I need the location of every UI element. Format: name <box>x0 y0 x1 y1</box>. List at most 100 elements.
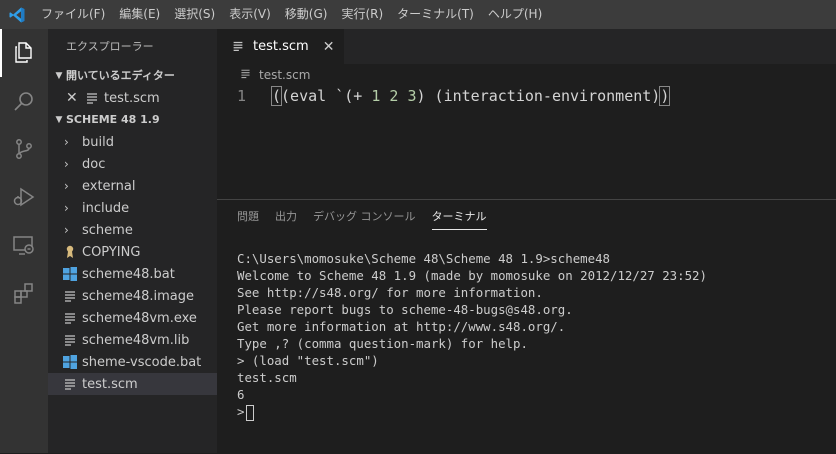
run-debug-icon[interactable] <box>0 173 48 221</box>
terminal-line: Type ,? (comma question-mark) for help. <box>237 336 528 351</box>
explorer-sidebar: エクスプローラー ▼ 開いているエディター ✕ test.scm ▼ SCHEM… <box>48 29 217 453</box>
menu-selection[interactable]: 選択(S) <box>167 0 222 29</box>
lines-icon <box>62 288 78 304</box>
open-editor-item[interactable]: ✕ test.scm <box>48 87 217 109</box>
search-icon[interactable] <box>0 77 48 125</box>
folder-header-label: SCHEME 48 1.9 <box>66 113 160 126</box>
folder-item-external[interactable]: › external <box>48 175 217 197</box>
file-label: test.scm <box>82 376 138 392</box>
chevron-right-icon: › <box>64 157 69 171</box>
tab-output[interactable]: 出力 <box>275 200 297 234</box>
folder-item-doc[interactable]: › doc <box>48 153 217 175</box>
menu-help[interactable]: ヘルプ(H) <box>481 0 549 29</box>
breadcrumb: test.scm <box>217 64 836 86</box>
chevron-right-icon: › <box>64 135 69 149</box>
folder-header[interactable]: ▼ SCHEME 48 1.9 <box>48 109 217 131</box>
file-label: scheme48vm.lib <box>82 332 190 348</box>
terminal-line: C:\Users\momosuke\Scheme 48\Scheme 48 1.… <box>237 251 610 266</box>
terminal-line: test.scm <box>237 370 297 385</box>
explorer-icon[interactable] <box>0 29 48 77</box>
panel-tabs: 問題 出力 デバッグ コンソール ターミナル <box>217 200 836 234</box>
chevron-down-icon: ▼ <box>55 115 63 125</box>
folder-item-scheme[interactable]: › scheme <box>48 219 217 241</box>
chevron-right-icon: › <box>64 201 69 215</box>
terminal-prompt: > <box>237 404 245 419</box>
vscode-logo-icon <box>0 0 34 29</box>
code-segment: ) (interaction-environment) <box>416 86 661 105</box>
terminal-line: Welcome to Scheme 48 1.9 (made by momosu… <box>237 268 707 283</box>
file-label: COPYING <box>82 244 141 260</box>
terminal-line: 6 <box>237 387 245 402</box>
folder-label: build <box>82 134 114 150</box>
terminal-line: Please report bugs to scheme-48-bugs@s48… <box>237 302 573 317</box>
remote-explorer-icon[interactable] <box>0 221 48 269</box>
menu-bar: ファイル(F) 編集(E) 選択(S) 表示(V) 移動(G) 実行(R) ター… <box>34 0 549 29</box>
terminal[interactable]: C:\Users\momosuke\Scheme 48\Scheme 48 1.… <box>217 234 836 421</box>
file-item-scheme48-image[interactable]: scheme48.image <box>48 285 217 307</box>
lines-icon <box>231 39 247 55</box>
lines-icon <box>84 90 100 106</box>
folder-label: include <box>82 200 130 216</box>
code-line[interactable]: 1 ((eval `(+ 1 2 3) (interaction-environ… <box>217 85 836 106</box>
tab-label: test.scm <box>253 39 309 54</box>
close-icon[interactable]: ✕ <box>66 90 84 106</box>
lines-icon <box>239 67 255 83</box>
terminal-cursor <box>246 404 255 421</box>
license-icon <box>62 244 78 260</box>
file-item-scheme48-bat[interactable]: scheme48.bat <box>48 263 217 285</box>
file-label: scheme48.image <box>82 288 194 304</box>
menu-file[interactable]: ファイル(F) <box>34 0 112 29</box>
menu-edit[interactable]: 編集(E) <box>112 0 167 29</box>
lines-icon <box>62 376 78 392</box>
file-item-scheme48vm-lib[interactable]: scheme48vm.lib <box>48 329 217 351</box>
menu-go[interactable]: 移動(G) <box>278 0 335 29</box>
menu-view[interactable]: 表示(V) <box>222 0 278 29</box>
menu-terminal[interactable]: ターミナル(T) <box>390 0 481 29</box>
lines-icon <box>62 310 78 326</box>
lines-icon <box>62 332 78 348</box>
extensions-icon[interactable] <box>0 269 48 317</box>
folder-item-include[interactable]: › include <box>48 197 217 219</box>
matching-bracket: ) <box>659 85 671 106</box>
open-editor-label: test.scm <box>104 90 160 106</box>
sidebar-title: エクスプローラー <box>66 40 154 53</box>
tab-debug-console[interactable]: デバッグ コンソール <box>313 200 416 234</box>
tab-problems[interactable]: 問題 <box>237 200 259 234</box>
terminal-prompt-line[interactable]: > <box>237 403 836 421</box>
open-editors-header[interactable]: ▼ 開いているエディター <box>48 65 217 87</box>
terminal-line: See http://s48.org/ for more information… <box>237 285 543 300</box>
tab-terminal[interactable]: ターミナル <box>431 200 487 234</box>
windows-icon <box>62 354 78 370</box>
terminal-line: Get more information at http://www.s48.o… <box>237 319 566 334</box>
breadcrumb-item[interactable]: test.scm <box>259 68 310 82</box>
source-control-icon[interactable] <box>0 125 48 173</box>
folder-item-build[interactable]: › build <box>48 131 217 153</box>
file-label: scheme48vm.exe <box>82 310 197 326</box>
tab-test-scm[interactable]: test.scm ✕ <box>217 29 345 64</box>
folder-label: scheme <box>82 222 133 238</box>
number-token: 1 <box>371 86 381 105</box>
chevron-down-icon: ▼ <box>55 71 63 81</box>
editor-tabs: test.scm ✕ <box>217 29 836 64</box>
number-token: 3 <box>407 86 417 105</box>
file-item-copying[interactable]: COPYING <box>48 241 217 263</box>
number-token: 2 <box>389 86 399 105</box>
file-label: sheme-vscode.bat <box>82 354 202 370</box>
code-text[interactable]: ((eval `(+ 1 2 3) (interaction-environme… <box>270 85 671 106</box>
folder-label: doc <box>82 156 106 172</box>
matching-bracket: ( <box>270 85 283 106</box>
menu-run[interactable]: 実行(R) <box>334 0 390 29</box>
file-item-sheme-vscode-bat[interactable]: sheme-vscode.bat <box>48 351 217 373</box>
file-item-test-scm[interactable]: test.scm <box>48 373 217 395</box>
code-segment: (eval `(+ <box>281 86 372 105</box>
title-bar: ファイル(F) 編集(E) 選択(S) 表示(V) 移動(G) 実行(R) ター… <box>0 0 836 29</box>
bottom-panel: 問題 出力 デバッグ コンソール ターミナル C:\Users\momosuke… <box>217 199 836 454</box>
chevron-right-icon: › <box>64 179 69 193</box>
terminal-line: > (load "test.scm") <box>237 353 379 368</box>
file-label: scheme48.bat <box>82 266 175 282</box>
file-item-scheme48vm-exe[interactable]: scheme48vm.exe <box>48 307 217 329</box>
chevron-right-icon: › <box>64 223 69 237</box>
close-icon[interactable]: ✕ <box>323 39 335 55</box>
windows-icon <box>62 266 78 282</box>
folder-label: external <box>82 178 136 194</box>
